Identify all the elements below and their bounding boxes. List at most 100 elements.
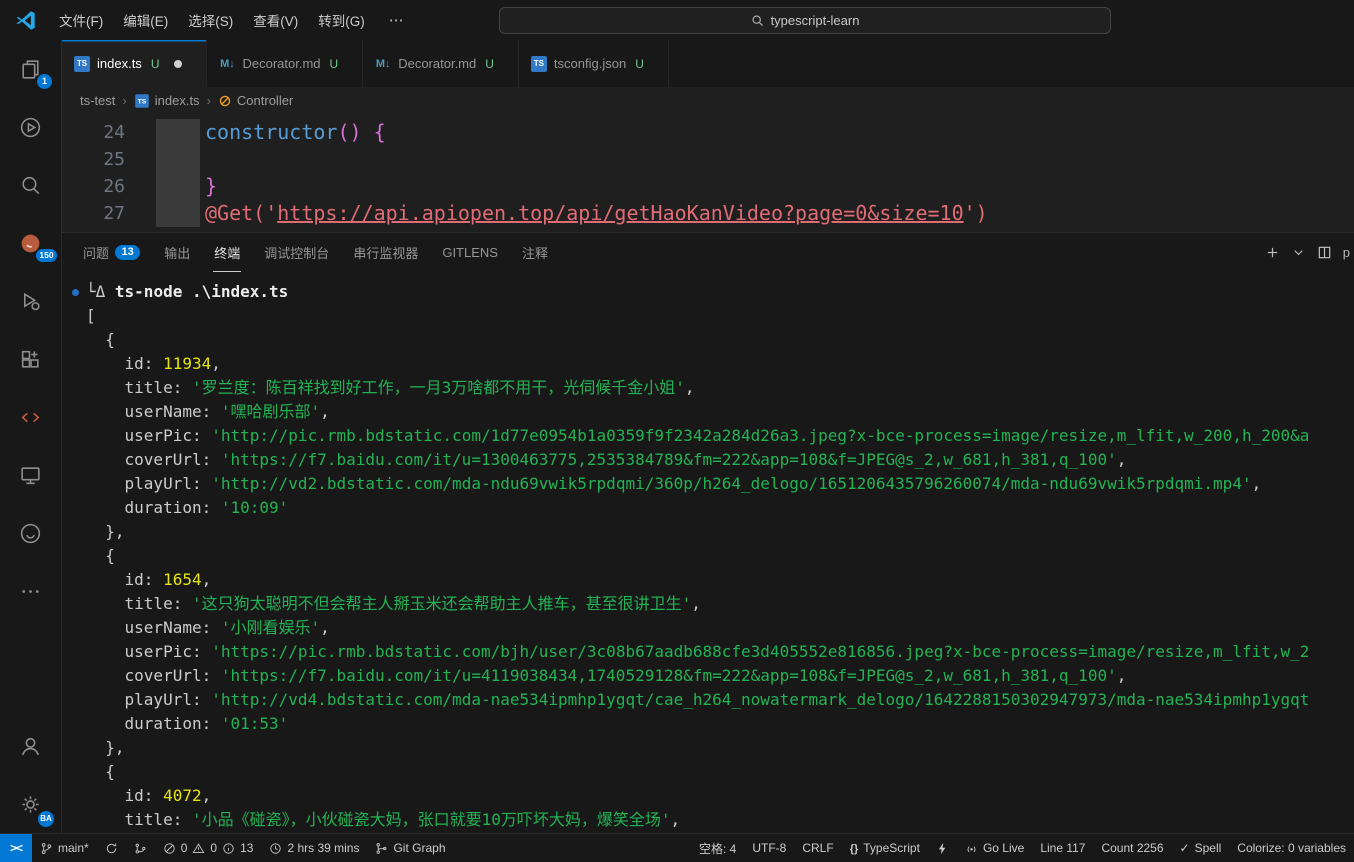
- code-editor[interactable]: 24constructor() {2526}27@Get('https://ap…: [62, 114, 1354, 232]
- chevron-down-icon[interactable]: [1291, 245, 1306, 260]
- text-segment: title:: [86, 810, 192, 829]
- error-count: 0: [181, 841, 188, 855]
- extension-orange-button[interactable]: 150: [0, 214, 61, 272]
- command-center-search[interactable]: typescript-learn: [499, 7, 1111, 34]
- git-branch-button[interactable]: main*: [32, 834, 97, 862]
- text-segment: ,: [202, 786, 212, 805]
- text-segment: title:: [86, 378, 192, 397]
- menu-overflow-icon[interactable]: ⋯: [375, 11, 418, 29]
- panel-tab-终端[interactable]: 终端: [213, 233, 241, 272]
- terminal-line: userPic: 'https://pic.rmb.bdstatic.com/b…: [86, 640, 1354, 664]
- tab-tsconfig.json[interactable]: tsconfig.jsonU: [519, 40, 669, 87]
- terminal-line: },: [86, 520, 1354, 544]
- bottom-panel: 问题13 输出终端调试控制台串行监视器 GITLENS 注释 p └Δ ts-node…: [62, 232, 1354, 833]
- tab-Decorator.md[interactable]: Decorator.md U: [207, 40, 363, 87]
- panel-tab-注释[interactable]: 注释: [521, 233, 549, 272]
- terminal-line: userName: '嘿哈剧乐部',: [86, 400, 1354, 424]
- search-icon: [751, 14, 764, 27]
- play-circle-icon: [18, 115, 43, 140]
- go-live-button[interactable]: Go Live: [957, 834, 1032, 862]
- text-segment: '嘿哈剧乐部': [221, 402, 320, 421]
- title-bar: 文件(F) 编辑(E) 选择(S) 查看(V) 转到(G) ⋯ typescri…: [0, 0, 1354, 40]
- panel-tab-GITLENS[interactable]: GITLENS: [441, 233, 499, 272]
- text-segment: '罗兰度：陈百祥找到好工作，一月3万啥都不用干，光伺候千金小姐': [192, 378, 685, 397]
- text-segment: 'https://pic.rmb.bdstatic.com/bjh/user/3…: [211, 642, 1309, 661]
- live-server-button[interactable]: [0, 388, 61, 446]
- tab-label: index.ts: [97, 56, 142, 71]
- terminal-line: userPic: 'http://pic.rmb.bdstatic.com/1d…: [86, 424, 1354, 448]
- text-segment: duration:: [86, 714, 221, 733]
- code-brackets-icon: [18, 405, 43, 430]
- run-circle-button[interactable]: [0, 98, 61, 156]
- problems-count-badge: 13: [115, 245, 140, 260]
- search-button[interactable]: [0, 156, 61, 214]
- text-segment: https://api.apiopen.top/api/getHaoKanVid…: [277, 201, 963, 225]
- breadcrumb-folder[interactable]: ts-test: [80, 93, 115, 108]
- terminal-line: userName: '小刚看娱乐',: [86, 616, 1354, 640]
- breadcrumb-file[interactable]: index.ts: [155, 93, 200, 108]
- terminal-output[interactable]: └Δ ts-node .\index.ts[ { id: 11934, titl…: [62, 272, 1354, 833]
- time-tracked: 2 hrs 39 mins: [287, 841, 359, 855]
- explorer-badge: 1: [37, 74, 52, 89]
- github-button[interactable]: [0, 504, 61, 562]
- explorer-button[interactable]: 1: [0, 40, 61, 98]
- class-symbol-icon: [218, 94, 232, 108]
- menu-file[interactable]: 文件(F): [49, 10, 113, 30]
- extensions-button[interactable]: [0, 330, 61, 388]
- text-segment: id:: [86, 786, 163, 805]
- terminal-lines: └Δ ts-node .\index.ts[ { id: 11934, titl…: [86, 280, 1354, 832]
- more-actions-button[interactable]: [0, 562, 61, 620]
- remote-explorer-button[interactable]: [0, 446, 61, 504]
- panel-tab-调试控制台[interactable]: 调试控制台: [263, 233, 330, 272]
- text-segment: userName:: [86, 402, 221, 421]
- terminal-list-label[interactable]: p: [1343, 245, 1350, 260]
- menu-selection[interactable]: 选择(S): [178, 10, 243, 30]
- git-status-badge: U: [485, 57, 494, 71]
- remote-window-button[interactable]: [0, 834, 32, 862]
- sync-button[interactable]: [97, 834, 126, 862]
- settings-button[interactable]: BA: [0, 775, 61, 833]
- accounts-button[interactable]: [0, 717, 61, 775]
- git-status-badge: U: [330, 57, 339, 71]
- indentation-button[interactable]: 空格: 4: [691, 834, 744, 862]
- spell-button[interactable]: Spell: [1172, 834, 1230, 862]
- eol-label: CRLF: [802, 841, 833, 855]
- colorize-indicator[interactable]: Colorize: 0 variables: [1229, 834, 1354, 862]
- text-segment: ': [265, 201, 277, 225]
- panel-tab-问题[interactable]: 问题13: [82, 233, 141, 272]
- language-mode-button[interactable]: TypeScript: [842, 834, 928, 862]
- run-debug-button[interactable]: [0, 272, 61, 330]
- count-indicator[interactable]: Count 2256: [1093, 834, 1171, 862]
- panel-tab-串行监视器[interactable]: 串行监视器: [352, 233, 419, 272]
- menu-edit[interactable]: 编辑(E): [113, 10, 178, 30]
- tab-bar: index.tsUDecorator.mdUDecorator.mdUtscon…: [62, 40, 1354, 87]
- terminal-line: coverUrl: 'https://f7.baidu.com/it/u=130…: [86, 448, 1354, 472]
- text-segment: duration:: [86, 498, 221, 517]
- terminal-line: {: [86, 328, 1354, 352]
- bolt-button[interactable]: [928, 834, 957, 862]
- error-icon: [163, 842, 176, 855]
- scm-badge: 150: [36, 249, 57, 262]
- ellipsis-icon: [18, 579, 43, 604]
- tab-index.ts[interactable]: index.tsU: [62, 40, 207, 87]
- new-terminal-icon[interactable]: [1265, 245, 1280, 260]
- tab-Decorator.md[interactable]: Decorator.mdU: [363, 40, 519, 87]
- line-indicator[interactable]: Line 117: [1032, 834, 1093, 862]
- encoding-button[interactable]: UTF-8: [744, 834, 794, 862]
- split-terminal-icon[interactable]: [1317, 245, 1332, 260]
- graph-button[interactable]: [126, 834, 155, 862]
- code-text: [200, 146, 205, 173]
- command-decoration-icon[interactable]: [72, 289, 79, 296]
- time-tracker-button[interactable]: 2 hrs 39 mins: [261, 834, 367, 862]
- git-graph-button[interactable]: Git Graph: [367, 834, 453, 862]
- tab-label: Decorator.md: [242, 56, 320, 71]
- breadcrumb-symbol[interactable]: Controller: [237, 93, 293, 108]
- search-icon: [18, 173, 43, 198]
- modified-dot-icon[interactable]: [174, 60, 182, 68]
- problems-button[interactable]: 0 0 13: [155, 834, 262, 862]
- menu-view[interactable]: 查看(V): [243, 10, 308, 30]
- panel-tab-输出[interactable]: 输出: [163, 233, 191, 272]
- menu-goto[interactable]: 转到(G): [308, 10, 375, 30]
- go-live-label: Go Live: [983, 841, 1024, 855]
- eol-button[interactable]: CRLF: [794, 834, 841, 862]
